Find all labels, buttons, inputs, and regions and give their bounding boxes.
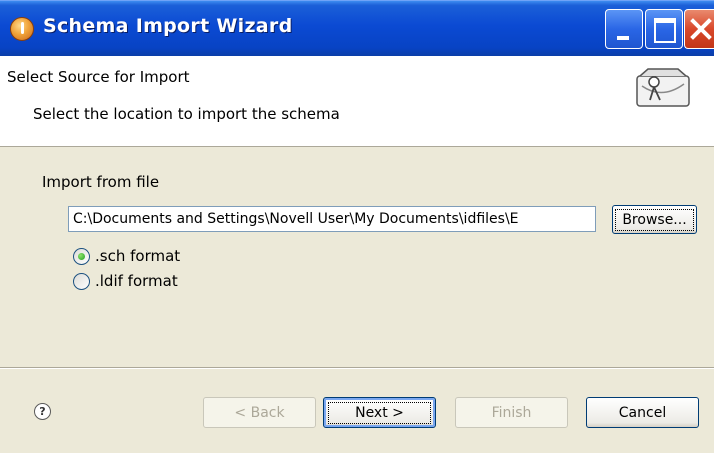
help-icon[interactable]: ? — [34, 403, 51, 420]
ldif-format-label: .ldif format — [95, 272, 178, 290]
back-button-label: < Back — [234, 404, 285, 421]
ldif-format-radio[interactable] — [73, 272, 90, 290]
window-title: Schema Import Wizard — [43, 15, 293, 37]
next-button-label: Next > — [328, 402, 431, 424]
page-title: Select Source for Import — [7, 68, 190, 86]
maximize-button[interactable] — [645, 9, 683, 49]
schema-import-wizard-window: Schema Import Wizard Select Source for I… — [0, 0, 714, 453]
cancel-button[interactable]: Cancel — [586, 397, 699, 428]
footer-separator — [0, 367, 714, 369]
close-button[interactable] — [684, 9, 714, 49]
wizard-header: Select Source for Import Select the loca… — [0, 56, 714, 147]
wizard-banner-icon — [636, 68, 690, 107]
sch-format-radio[interactable] — [73, 247, 90, 265]
ldif-format-option[interactable]: .ldif format — [73, 272, 178, 290]
app-icon — [10, 17, 34, 41]
browse-button[interactable]: Browse... — [612, 205, 697, 234]
sch-format-label: .sch format — [95, 247, 181, 265]
browse-button-label: Browse... — [615, 208, 694, 231]
finish-button[interactable]: Finish — [455, 397, 568, 428]
cancel-button-label: Cancel — [618, 404, 667, 421]
next-button[interactable]: Next > — [323, 397, 436, 428]
close-icon — [690, 18, 712, 40]
finish-button-label: Finish — [491, 404, 532, 421]
wizard-content: Import from file Browse... .sch format .… — [0, 147, 714, 367]
back-button[interactable]: < Back — [203, 397, 316, 428]
minimize-button[interactable] — [605, 9, 643, 49]
page-description: Select the location to import the schema — [33, 105, 340, 123]
file-path-input[interactable] — [68, 206, 596, 232]
sch-format-option[interactable]: .sch format — [73, 247, 180, 265]
title-bar[interactable]: Schema Import Wizard — [0, 0, 714, 56]
import-from-file-label: Import from file — [42, 173, 160, 191]
